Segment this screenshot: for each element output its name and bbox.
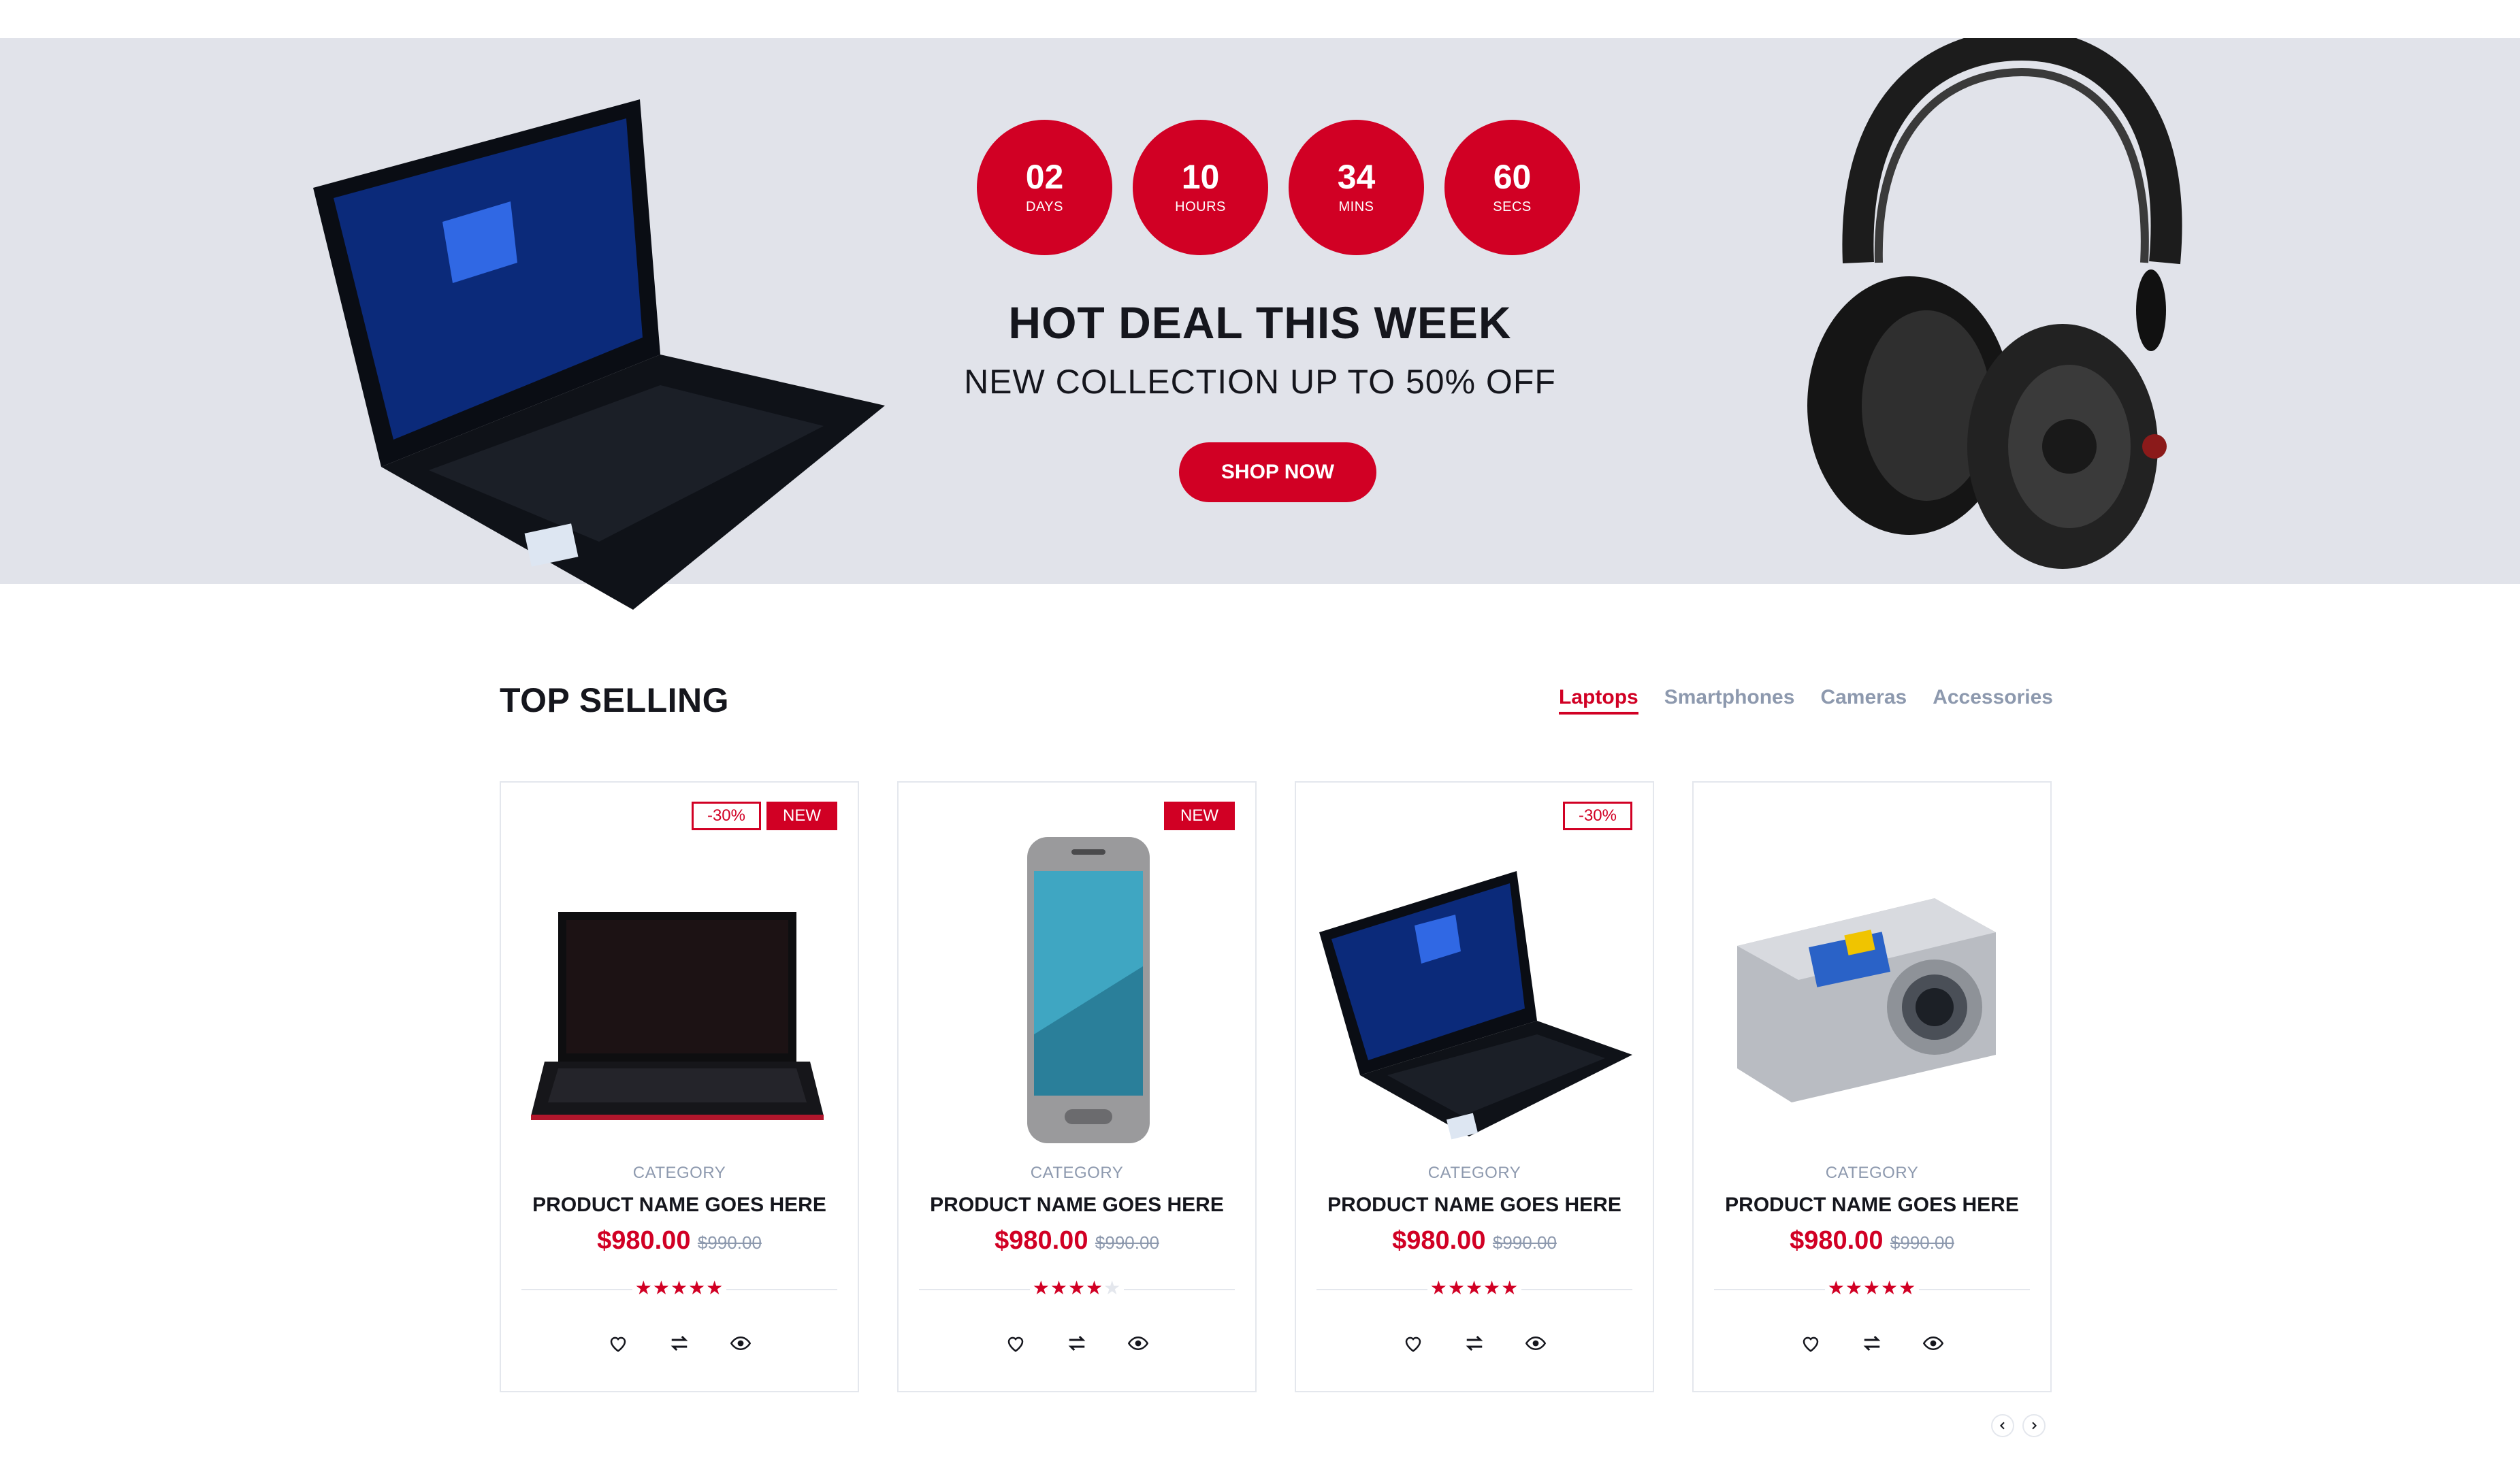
- product-price: $980.00 $990.00: [501, 1226, 858, 1256]
- product-labels: -30%: [1562, 802, 1632, 830]
- exchange-icon[interactable]: [1861, 1332, 1883, 1354]
- countdown-hours: 10 HOURS: [1133, 120, 1268, 255]
- product-category: CATEGORY: [1825, 1164, 1919, 1182]
- product-card[interactable]: CATEGORY PRODUCT NAME GOES HERE $980.00 …: [1692, 781, 2052, 1392]
- star-icon: ★★★★★: [634, 1277, 724, 1298]
- current-price: $980.00: [995, 1226, 1088, 1255]
- old-price: $990.00: [1890, 1232, 1954, 1253]
- section-title-top-selling: TOP SELLING: [500, 681, 730, 719]
- headphones-hero-image: [1807, 38, 2182, 569]
- category-tabs: Laptops Smartphones Cameras Accessories: [1559, 686, 2053, 715]
- product-category: CATEGORY: [1427, 1164, 1521, 1182]
- hot-deal-banner: 02 DAYS 10 HOURS 34 MINS 60 SECS HOT DEA…: [0, 38, 2520, 610]
- current-price: $980.00: [1392, 1226, 1486, 1255]
- product-card[interactable]: -30% NEW CATEGORY PRODUCT NAME GOES HERE…: [500, 781, 859, 1392]
- star-icon: ★★★★: [1032, 1277, 1104, 1298]
- tab-accessories[interactable]: Accessories: [1933, 686, 2053, 715]
- product-actions: [501, 1332, 858, 1354]
- product-name[interactable]: PRODUCT NAME GOES HERE: [1296, 1194, 1653, 1217]
- product-labels: -30% NEW: [691, 802, 837, 830]
- product-image-laptop: [531, 912, 824, 1120]
- heart-icon[interactable]: [1800, 1332, 1822, 1354]
- heart-icon[interactable]: [607, 1332, 629, 1354]
- product-category: CATEGORY: [1030, 1164, 1124, 1182]
- sale-badge: -30%: [691, 802, 761, 830]
- countdown-label: SECS: [1493, 199, 1532, 214]
- exchange-icon[interactable]: [1464, 1332, 1485, 1354]
- current-price: $980.00: [597, 1226, 691, 1255]
- new-badge: NEW: [1164, 802, 1235, 830]
- countdown-days: 02 DAYS: [977, 120, 1112, 255]
- current-price: $980.00: [1790, 1226, 1884, 1255]
- countdown-secs: 60 SECS: [1444, 120, 1580, 255]
- tab-cameras[interactable]: Cameras: [1820, 686, 1907, 715]
- product-price: $980.00 $990.00: [1296, 1226, 1653, 1256]
- product-actions: [899, 1332, 1255, 1354]
- countdown-value: 60: [1493, 158, 1532, 196]
- countdown-label: MINS: [1338, 199, 1374, 214]
- countdown-value: 34: [1337, 158, 1376, 196]
- chevron-right-icon[interactable]: [2022, 1414, 2046, 1437]
- old-price: $990.00: [1095, 1232, 1159, 1253]
- eye-icon[interactable]: [1922, 1332, 1944, 1354]
- countdown-label: DAYS: [1026, 199, 1063, 214]
- product-rating: ★★★★★: [899, 1277, 1255, 1299]
- product-category: CATEGORY: [632, 1164, 726, 1182]
- sale-badge: -30%: [1562, 802, 1632, 830]
- product-card[interactable]: -30% CATEGORY PRODUCT NAME GOES HERE $98…: [1295, 781, 1654, 1392]
- countdown-timer: 02 DAYS 10 HOURS 34 MINS 60 SECS: [977, 120, 1580, 255]
- exchange-icon[interactable]: [668, 1332, 690, 1354]
- heart-icon[interactable]: [1005, 1332, 1027, 1354]
- star-icon: ★★★★★: [1827, 1277, 1917, 1298]
- product-name[interactable]: PRODUCT NAME GOES HERE: [899, 1194, 1255, 1217]
- product-price: $980.00 $990.00: [1694, 1226, 2050, 1256]
- product-list: -30% NEW CATEGORY PRODUCT NAME GOES HERE…: [500, 781, 2052, 1392]
- exchange-icon[interactable]: [1066, 1332, 1088, 1354]
- heart-icon[interactable]: [1402, 1332, 1424, 1354]
- eye-icon[interactable]: [1525, 1332, 1547, 1354]
- product-rating: ★★★★★: [1296, 1277, 1653, 1299]
- slider-nav: [1991, 1414, 2046, 1437]
- countdown-value: 02: [1025, 158, 1064, 196]
- countdown-value: 10: [1181, 158, 1220, 196]
- product-labels: NEW: [1164, 802, 1235, 830]
- countdown-label: HOURS: [1175, 199, 1226, 214]
- product-actions: [1694, 1332, 2050, 1354]
- tab-smartphones[interactable]: Smartphones: [1664, 686, 1795, 715]
- product-actions: [1296, 1332, 1653, 1354]
- product-image-camera: [1737, 898, 1996, 1102]
- product-name[interactable]: PRODUCT NAME GOES HERE: [1694, 1194, 2050, 1217]
- old-price: $990.00: [697, 1232, 762, 1253]
- product-rating: ★★★★★: [501, 1277, 858, 1299]
- product-image-laptop: [1319, 871, 1632, 1140]
- star-empty-icon: ★: [1103, 1277, 1122, 1298]
- tab-laptops[interactable]: Laptops: [1559, 686, 1638, 715]
- product-price: $980.00 $990.00: [899, 1226, 1255, 1256]
- star-icon: ★★★★★: [1429, 1277, 1519, 1298]
- new-badge: NEW: [766, 802, 837, 830]
- product-image-smartphone: [1027, 837, 1150, 1143]
- product-rating: ★★★★★: [1694, 1277, 2050, 1299]
- eye-icon[interactable]: [1127, 1332, 1149, 1354]
- product-card[interactable]: NEW CATEGORY PRODUCT NAME GOES HERE $980…: [897, 781, 1257, 1392]
- countdown-mins: 34 MINS: [1289, 120, 1424, 255]
- old-price: $990.00: [1492, 1232, 1557, 1253]
- eye-icon[interactable]: [730, 1332, 752, 1354]
- shop-now-button[interactable]: SHOP NOW: [1179, 442, 1376, 502]
- chevron-left-icon[interactable]: [1991, 1414, 2014, 1437]
- product-name[interactable]: PRODUCT NAME GOES HERE: [501, 1194, 858, 1217]
